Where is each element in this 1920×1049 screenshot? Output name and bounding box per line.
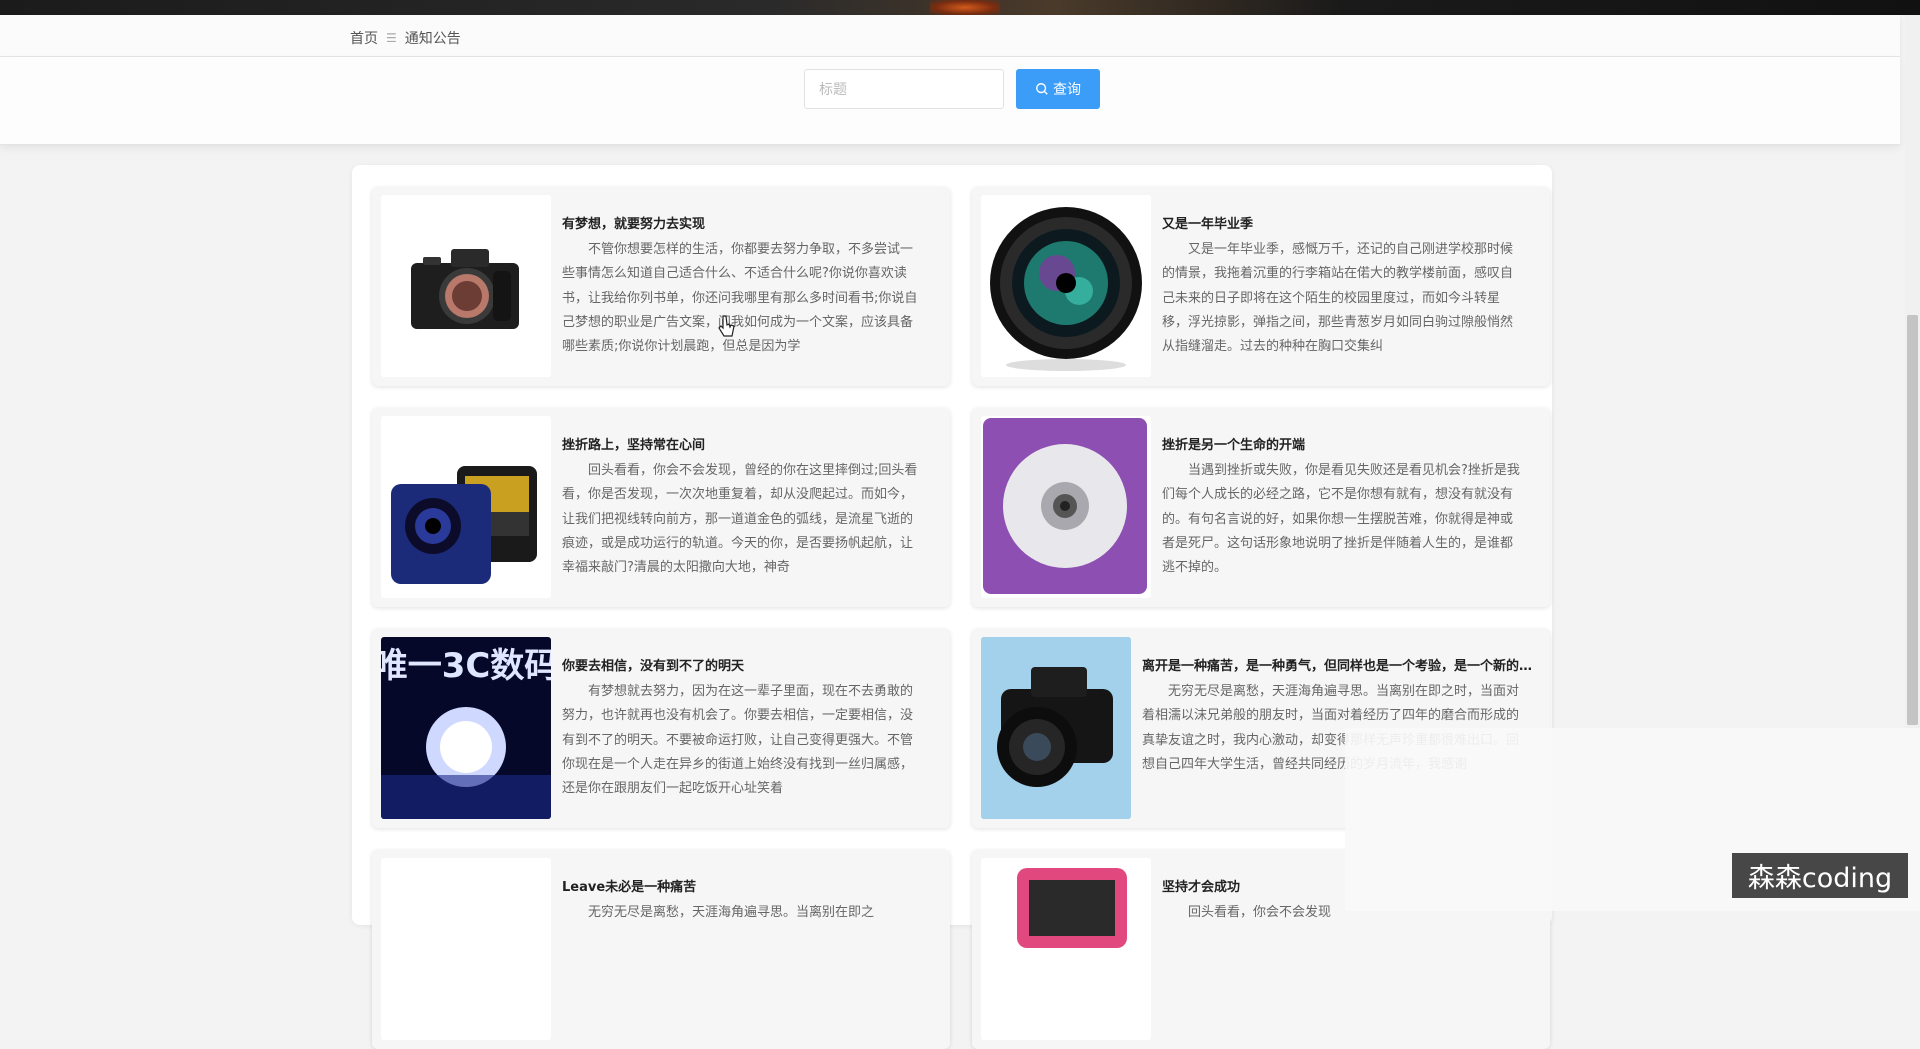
search-icon [1036,83,1048,95]
banner-accent [930,0,1000,15]
breadcrumb-home[interactable]: 首页 [350,28,378,48]
dslr-camera-image [981,637,1131,819]
notice-title[interactable]: Leave未必是一种痛苦 [562,876,937,895]
notice-summary: 回头看看，你会不会发现 [1188,905,1332,920]
search-bar: 查询 [0,57,1900,145]
3c-banner-image: 唯一3C数码 [381,637,551,819]
notice-image[interactable]: 唯一3C数码 [381,637,551,819]
notice-image[interactable] [981,416,1151,598]
notice-image[interactable] [381,416,551,598]
mirrorless-camera-image [381,195,551,377]
notice-image[interactable] [381,195,551,377]
canon-disc-image [981,416,1151,598]
notice-summary: 无穷无尽是离愁，天涯海角遍寻思。当离别在即之 [588,905,875,920]
watermark: 森森coding [1732,853,1908,898]
breadcrumb-bar: 首页 ☰ 通知公告 [0,15,1900,57]
dash-camera-image [381,416,551,598]
notice-grid: 有梦想，就要努力去实现 不管你想要怎样的生活，你都要去努力争取，不多尝试一些事情… [372,187,1550,1049]
query-button-label: 查询 [1053,81,1081,97]
notice-summary: 回头看看，你会不会发现，曾经的你在这里摔倒过;回头看看，你是否发现，一次次地重复… [562,463,918,576]
query-button[interactable]: 查询 [1016,69,1100,109]
notice-title[interactable]: 又是一年毕业季 [1162,213,1537,232]
pink-camera-image [981,858,1151,1040]
notice-image[interactable] [981,637,1131,819]
header-banner [0,0,1920,15]
notice-card[interactable]: 挫折路上，坚持常在心间 回头看看，你会不会发现，曾经的你在这里摔倒过;回头看看，… [372,408,950,607]
title-search-input[interactable] [804,69,1004,109]
notice-title[interactable]: 挫折是另一个生命的开端 [1162,434,1537,453]
breadcrumb: 首页 ☰ 通知公告 [350,28,461,48]
breadcrumb-current: 通知公告 [404,31,461,47]
pointer-cursor-icon [718,315,735,337]
notice-title[interactable]: 离开是一种痛苦，是一种勇气，但同样也是一个考验，是一个新的开始 [1142,655,1537,674]
blank-image [381,858,551,1040]
notice-card[interactable]: 又是一年毕业季 又是一年毕业季，感慨万千，还记的自己刚进学校那时候的情景，我拖着… [972,187,1550,386]
notice-title[interactable]: 挫折路上，坚持常在心间 [562,434,937,453]
notice-title[interactable]: 你要去相信，没有到不了的明天 [562,655,937,674]
notice-summary: 又是一年毕业季，感慨万千，还记的自己刚进学校那时候的情景，我拖着沉重的行李箱站在… [1162,242,1514,355]
notice-card[interactable]: 有梦想，就要努力去实现 不管你想要怎样的生活，你都要去努力争取，不多尝试一些事情… [372,187,950,386]
notice-image[interactable] [381,858,551,1040]
notice-image[interactable] [981,858,1151,1040]
notice-image[interactable] [981,195,1151,377]
scrollbar-thumb[interactable] [1907,315,1918,725]
notice-card[interactable]: 唯一3C数码 你要去相信，没有到不了的明天 有梦想就去努力，因为在这一辈子里面，… [372,629,950,828]
banner-text: 唯一3C数码 [381,646,551,686]
notice-summary: 当遇到挫折或失败，你是看见失败还是看见机会?挫折是我们每个人成长的必经之路，它不… [1162,463,1520,576]
notice-summary: 不管你想要怎样的生活，你都要去努力争取，不多尝试一些事情怎么知道自己适合什么、不… [562,242,918,355]
notice-summary: 有梦想就去努力，因为在这一辈子里面，现在不去勇敢的努力，也许就再也没有机会了。你… [562,684,914,797]
notice-card[interactable]: Leave未必是一种痛苦 无穷无尽是离愁，天涯海角遍寻思。当离别在即之 [372,850,950,1049]
breadcrumb-separator-icon: ☰ [386,31,397,45]
notice-card[interactable]: 挫折是另一个生命的开端 当遇到挫折或失败，你是看见失败还是看见机会?挫折是我们每… [972,408,1550,607]
camera-lens-image [981,195,1151,377]
notice-title[interactable]: 有梦想，就要努力去实现 [562,213,937,232]
